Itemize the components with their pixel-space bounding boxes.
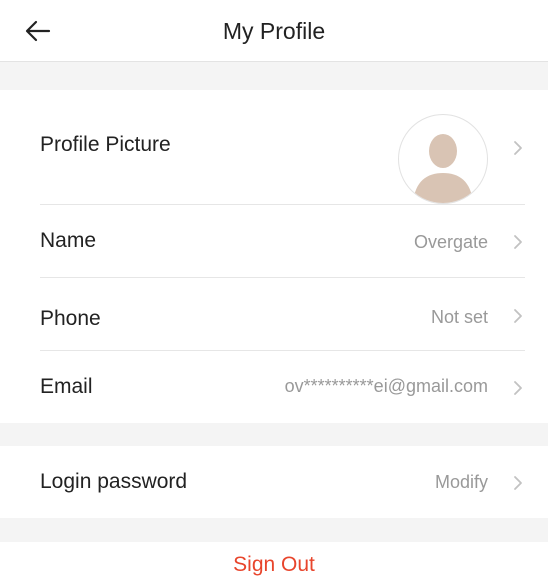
email-row[interactable]: Email ov**********ei@gmail.com	[0, 351, 548, 423]
default-avatar-icon	[413, 134, 473, 203]
sign-out-button[interactable]: Sign Out	[0, 544, 548, 585]
name-row[interactable]: Name Overgate	[0, 205, 548, 277]
login-password-label: Login password	[40, 470, 188, 493]
email-label: Email	[40, 375, 93, 398]
login-password-row[interactable]: Login password Modify	[0, 446, 548, 518]
chevron-right-icon	[514, 381, 522, 395]
section-gap	[0, 423, 548, 446]
name-label: Name	[40, 229, 97, 252]
email-value: ov**********ei@gmail.com	[284, 376, 488, 396]
section-gap	[0, 62, 548, 90]
section-gap	[0, 518, 548, 542]
top-app-bar: My Profile	[0, 0, 548, 62]
name-value: Overgate	[413, 232, 488, 252]
profile-picture-label: Profile Picture	[40, 133, 171, 156]
chevron-right-icon	[514, 141, 522, 155]
phone-value: Not set	[430, 307, 488, 327]
phone-row[interactable]: Phone Not set	[0, 278, 548, 350]
avatar[interactable]	[398, 114, 488, 204]
page-title: My Profile	[222, 18, 326, 44]
chevron-right-icon	[514, 235, 522, 249]
profile-picture-row[interactable]: Profile Picture	[0, 90, 548, 205]
modify-password-value: Modify	[434, 472, 488, 492]
phone-label: Phone	[40, 307, 101, 330]
chevron-right-icon	[514, 309, 522, 323]
chevron-right-icon	[514, 476, 522, 490]
